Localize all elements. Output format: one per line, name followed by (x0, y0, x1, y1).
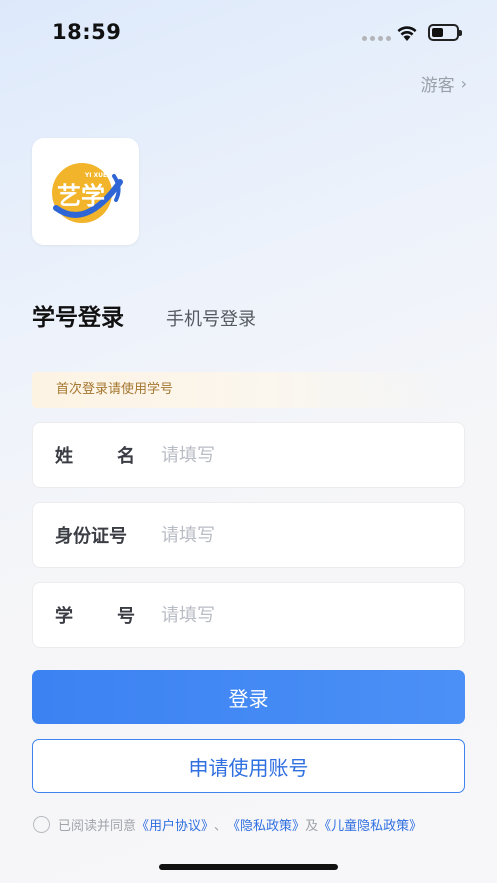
app-logo: 艺学 YI XUE (32, 138, 139, 245)
status-bar: 18:59 (0, 0, 497, 60)
name-input[interactable] (161, 444, 464, 466)
first-login-notice: 首次登录请使用学号 (32, 372, 465, 408)
login-mode-tabs: 学号登录 手机号登录 (32, 298, 256, 332)
name-label: 姓 名 (33, 442, 161, 468)
yixue-logo-icon: 艺学 YI XUE (52, 163, 123, 223)
student-number-field: 学 号 (32, 582, 465, 648)
id-number-field: 身份证号 (32, 502, 465, 568)
agreement-and: 及 (305, 819, 319, 834)
name-label-char-1: 姓 (55, 446, 73, 467)
cellular-signal-icon (362, 36, 391, 41)
chevron-right-icon: › (460, 74, 467, 93)
agreement-prefix: 已阅读并同意 (58, 819, 137, 834)
agreement-checkbox[interactable] (33, 816, 50, 833)
children-privacy-link[interactable]: 《儿童隐私政策》 (318, 815, 422, 834)
wifi-icon (397, 26, 417, 41)
battery-icon (428, 24, 462, 41)
login-button[interactable]: 登录 (32, 670, 465, 724)
tab-phone-login[interactable]: 手机号登录 (166, 305, 256, 331)
guest-label: 游客 (420, 76, 455, 96)
user-agreement-link[interactable]: 《用户协议》 (136, 815, 214, 834)
status-time: 18:59 (52, 20, 122, 44)
home-indicator (159, 864, 338, 870)
student-number-input[interactable] (161, 604, 464, 626)
id-number-input[interactable] (161, 524, 464, 546)
logo-brand-text: 艺学 (57, 182, 105, 210)
name-label-char-2: 名 (117, 446, 135, 467)
privacy-policy-link[interactable]: 《隐私政策》 (227, 815, 305, 834)
agreement-row: 已阅读并同意 《用户协议》 、 《隐私政策》 及 《儿童隐私政策》 (33, 815, 422, 834)
logo-brand-subtext: YI XUE (84, 172, 107, 179)
student-number-label: 学 号 (33, 602, 161, 628)
agreement-separator: 、 (214, 819, 228, 834)
name-field: 姓 名 (32, 422, 465, 488)
student-number-label-char-1: 学 (55, 606, 73, 627)
guest-login-link[interactable]: 游客 › (421, 71, 467, 96)
apply-account-button[interactable]: 申请使用账号 (32, 739, 465, 793)
id-number-label: 身份证号 (55, 526, 127, 547)
student-number-label-char-2: 号 (117, 606, 135, 627)
tab-student-id-login[interactable]: 学号登录 (32, 298, 124, 332)
